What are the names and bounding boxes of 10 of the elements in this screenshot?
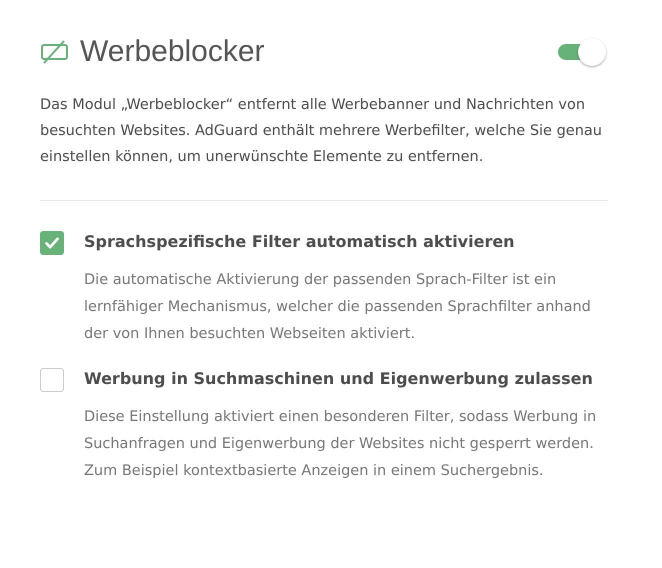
option-description: Diese Einstellung aktiviert einen besonderen Filter, sodass Werbung in Suchanfragen und Eigenwerbung der Websites nicht gesperrt werden. Zum Beispiel kontextbasierte Anzeigen in einem Suchergebnis. bbox=[84, 408, 598, 481]
checkbox[interactable] bbox=[40, 368, 64, 392]
toggle-switch[interactable] bbox=[556, 36, 608, 68]
checkbox[interactable] bbox=[40, 231, 64, 255]
module-description: Das Modul „Werbeblocker“ entfernt alle Werbebanner und Nachrichten von besuchten Websites. AdGuard enthält mehrere Werbefilter, welche Sie genau einstellen können, um unerwünschte Elemente zu entfernen. bbox=[40, 96, 603, 167]
option-label: Sprachspezifische Filter automatisch aktivieren bbox=[84, 231, 516, 253]
crossed-out-banner-icon bbox=[40, 40, 70, 64]
option-description: Die automatische Aktivierung der passenden Sprach-Filter ist ein lernfähiger Mechanismus, welcher die passenden Sprachfilter anhand der von Ihnen besuchten Webseiten aktiviert. bbox=[84, 271, 592, 344]
option-label: Werbung in Suchmaschinen und Eigenwerbung zulassen bbox=[84, 368, 594, 390]
module-title: Werbeblocker bbox=[80, 35, 266, 69]
